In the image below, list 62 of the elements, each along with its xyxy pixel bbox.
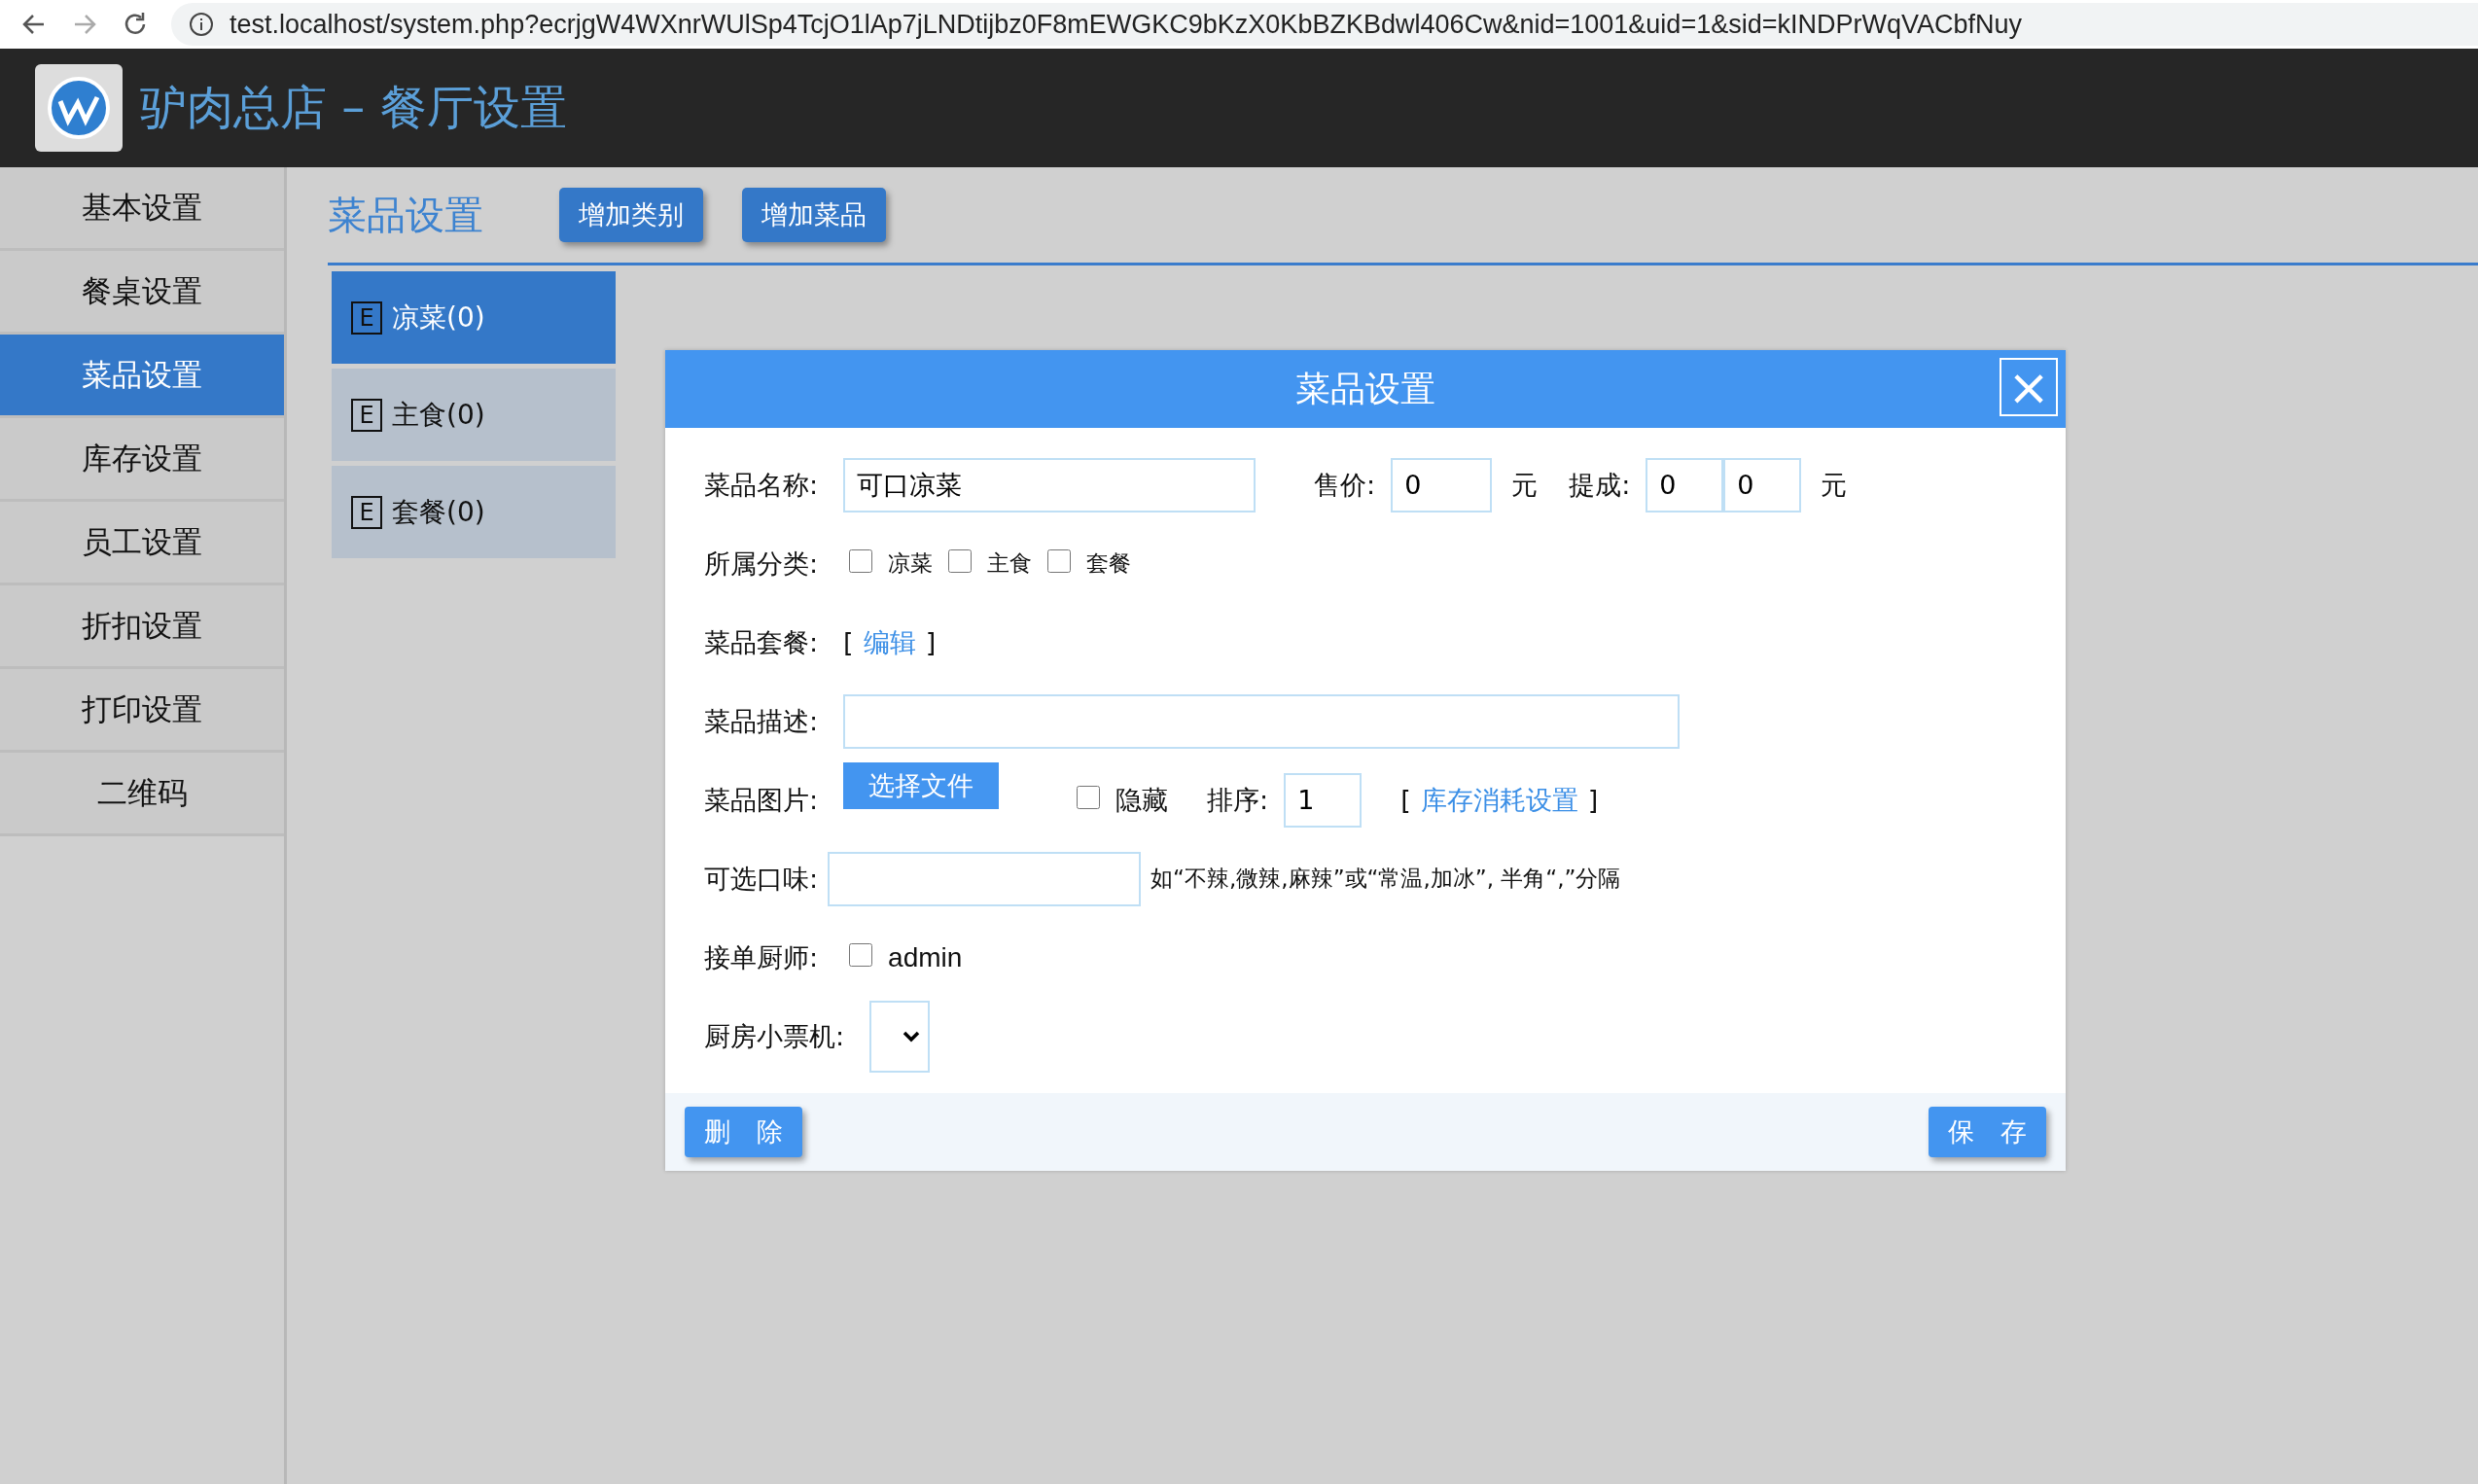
sidebar-item[interactable]: 菜品设置 <box>0 335 284 418</box>
sidebar-item[interactable]: 库存设置 <box>0 418 284 502</box>
sidebar-item[interactable]: 打印设置 <box>0 669 284 753</box>
checkbox-label: 隐藏 <box>1115 783 1169 817</box>
sidebar-item[interactable]: 餐桌设置 <box>0 251 284 335</box>
input-field[interactable]: 0 <box>1391 457 1493 512</box>
unit-label: 元 <box>1821 468 1848 502</box>
category-item[interactable]: E 主食(0) <box>332 369 616 461</box>
category-item[interactable]: E 凉菜(0) <box>332 271 616 364</box>
field-label: 售价: <box>1314 468 1376 502</box>
checkbox-label: 主食 <box>987 549 1033 578</box>
checkbox[interactable] <box>1077 785 1101 809</box>
category-label: 主食(0) <box>392 397 485 433</box>
field-label: 厨房小票机: <box>704 1019 845 1053</box>
unit-label: 元 <box>1511 468 1539 502</box>
input-field[interactable]: 可口凉菜 <box>843 457 1257 512</box>
sidebar-item[interactable]: 二维码 <box>0 753 284 836</box>
field-label: 所属分类: <box>704 547 819 581</box>
input-field[interactable] <box>828 851 1142 906</box>
checkbox-label: 凉菜 <box>888 549 934 578</box>
field-label: 接单厨师: <box>704 940 819 974</box>
field-label: 菜品套餐: <box>704 625 819 659</box>
category-label: 套餐(0) <box>392 494 485 530</box>
hint-text: 如“不辣,微辣,麻辣”或“常温,加冰”, 半角“,”分隔 <box>1150 865 1621 893</box>
field-label: 菜品描述: <box>704 704 819 738</box>
field-label: 排序: <box>1207 783 1269 817</box>
sidebar-item[interactable]: 员工设置 <box>0 502 284 585</box>
dialog-title: 菜品设置 <box>1295 367 1435 410</box>
section-title: 菜品设置 <box>328 191 483 239</box>
bracket: [ <box>843 627 854 657</box>
logo-icon <box>35 64 123 152</box>
checkbox[interactable] <box>849 548 873 573</box>
address-bar[interactable]: test.localhost/system.php?ecrjgW4WXnrWUlSp4TcjO1lAp7jLNDtijbz0F8mEWGKC9bKzX0KbBZKBdwl406Cw&nid=1001&uid=1&sid=kINDPrWqVACbfNuy <box>171 3 2478 46</box>
field-label: 菜品名称: <box>704 468 819 502</box>
info-icon <box>189 12 214 37</box>
edit-icon[interactable]: E <box>351 495 382 529</box>
bracket: ] <box>1587 785 1599 815</box>
checkbox[interactable] <box>849 942 873 967</box>
field-label: 提成: <box>1569 468 1631 502</box>
field-label: 可选口味: <box>704 862 819 896</box>
category-item[interactable]: E 套餐(0) <box>332 466 616 558</box>
edit-icon[interactable]: E <box>351 398 382 432</box>
bracket: ] <box>925 627 937 657</box>
input-field[interactable]: 0 <box>1723 457 1802 512</box>
select-field[interactable] <box>869 1000 931 1073</box>
bracket: [ <box>1400 785 1411 815</box>
page-title: 驴肉总店 – 餐厅设置 <box>140 79 567 136</box>
add-button[interactable]: 增加菜品 <box>742 188 886 242</box>
category-label: 凉菜(0) <box>392 300 485 336</box>
sidebar-item[interactable]: 基本设置 <box>0 167 284 251</box>
checkbox[interactable] <box>1047 548 1072 573</box>
input-field[interactable]: 1 <box>1284 772 1363 828</box>
checkbox-label: admin <box>888 941 963 973</box>
field-label: 菜品图片: <box>704 783 819 817</box>
edit-icon[interactable]: E <box>351 300 382 335</box>
checkbox-label: 套餐 <box>1086 549 1132 578</box>
input-field[interactable] <box>843 693 1681 749</box>
checkbox[interactable] <box>948 548 973 573</box>
chevron-icon <box>903 1030 921 1042</box>
add-button[interactable]: 增加类别 <box>559 188 703 242</box>
sidebar-item[interactable]: 折扣设置 <box>0 585 284 669</box>
input-field[interactable]: 0 <box>1646 457 1724 512</box>
